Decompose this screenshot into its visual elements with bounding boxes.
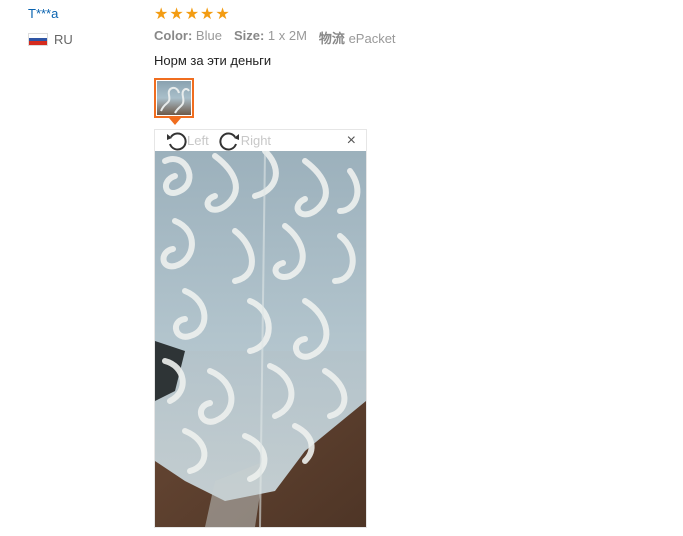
- rotate-left-label: Left: [187, 133, 209, 148]
- review-photo-thumbnail[interactable]: [154, 78, 194, 118]
- rotate-left-button[interactable]: Left: [165, 130, 209, 152]
- rotate-left-icon: [167, 132, 187, 150]
- review-attributes: Color: Blue Size: 1 x 2M 物流 ePacket: [154, 28, 396, 47]
- photo-viewer: Left Right ×: [154, 129, 367, 528]
- rotate-right-button[interactable]: Right: [219, 130, 271, 152]
- russia-flag-icon: [28, 33, 48, 46]
- shipping-label: 物流: [318, 31, 345, 46]
- reviewer-country: RU: [28, 32, 73, 47]
- review-text: Норм за эти деньги: [154, 53, 272, 68]
- reviewer-name[interactable]: T***a: [28, 6, 58, 21]
- color-label: Color:: [154, 28, 193, 43]
- viewer-toolbar: Left Right ×: [155, 130, 366, 151]
- review-photo-large: [155, 151, 366, 527]
- size-attribute: Size: 1 x 2M: [234, 28, 307, 47]
- shipping-attribute: 物流 ePacket: [319, 28, 396, 47]
- size-label: Size:: [233, 28, 265, 43]
- country-code: RU: [54, 32, 73, 47]
- thumbnail-pointer: [169, 118, 181, 125]
- curtain-photo: [155, 151, 366, 527]
- rotate-right-label: Right: [240, 133, 272, 148]
- size-value: 1 x 2M: [267, 28, 307, 43]
- color-attribute: Color: Blue: [154, 28, 222, 47]
- thumbnail-pattern-icon: [160, 87, 190, 114]
- close-viewer-button[interactable]: ×: [347, 132, 356, 150]
- thumbnail-image: [157, 81, 191, 115]
- rating-stars: ★★★★★: [154, 6, 231, 23]
- rotate-right-icon: [219, 132, 239, 150]
- shipping-value: ePacket: [348, 31, 396, 46]
- color-value: Blue: [195, 28, 222, 43]
